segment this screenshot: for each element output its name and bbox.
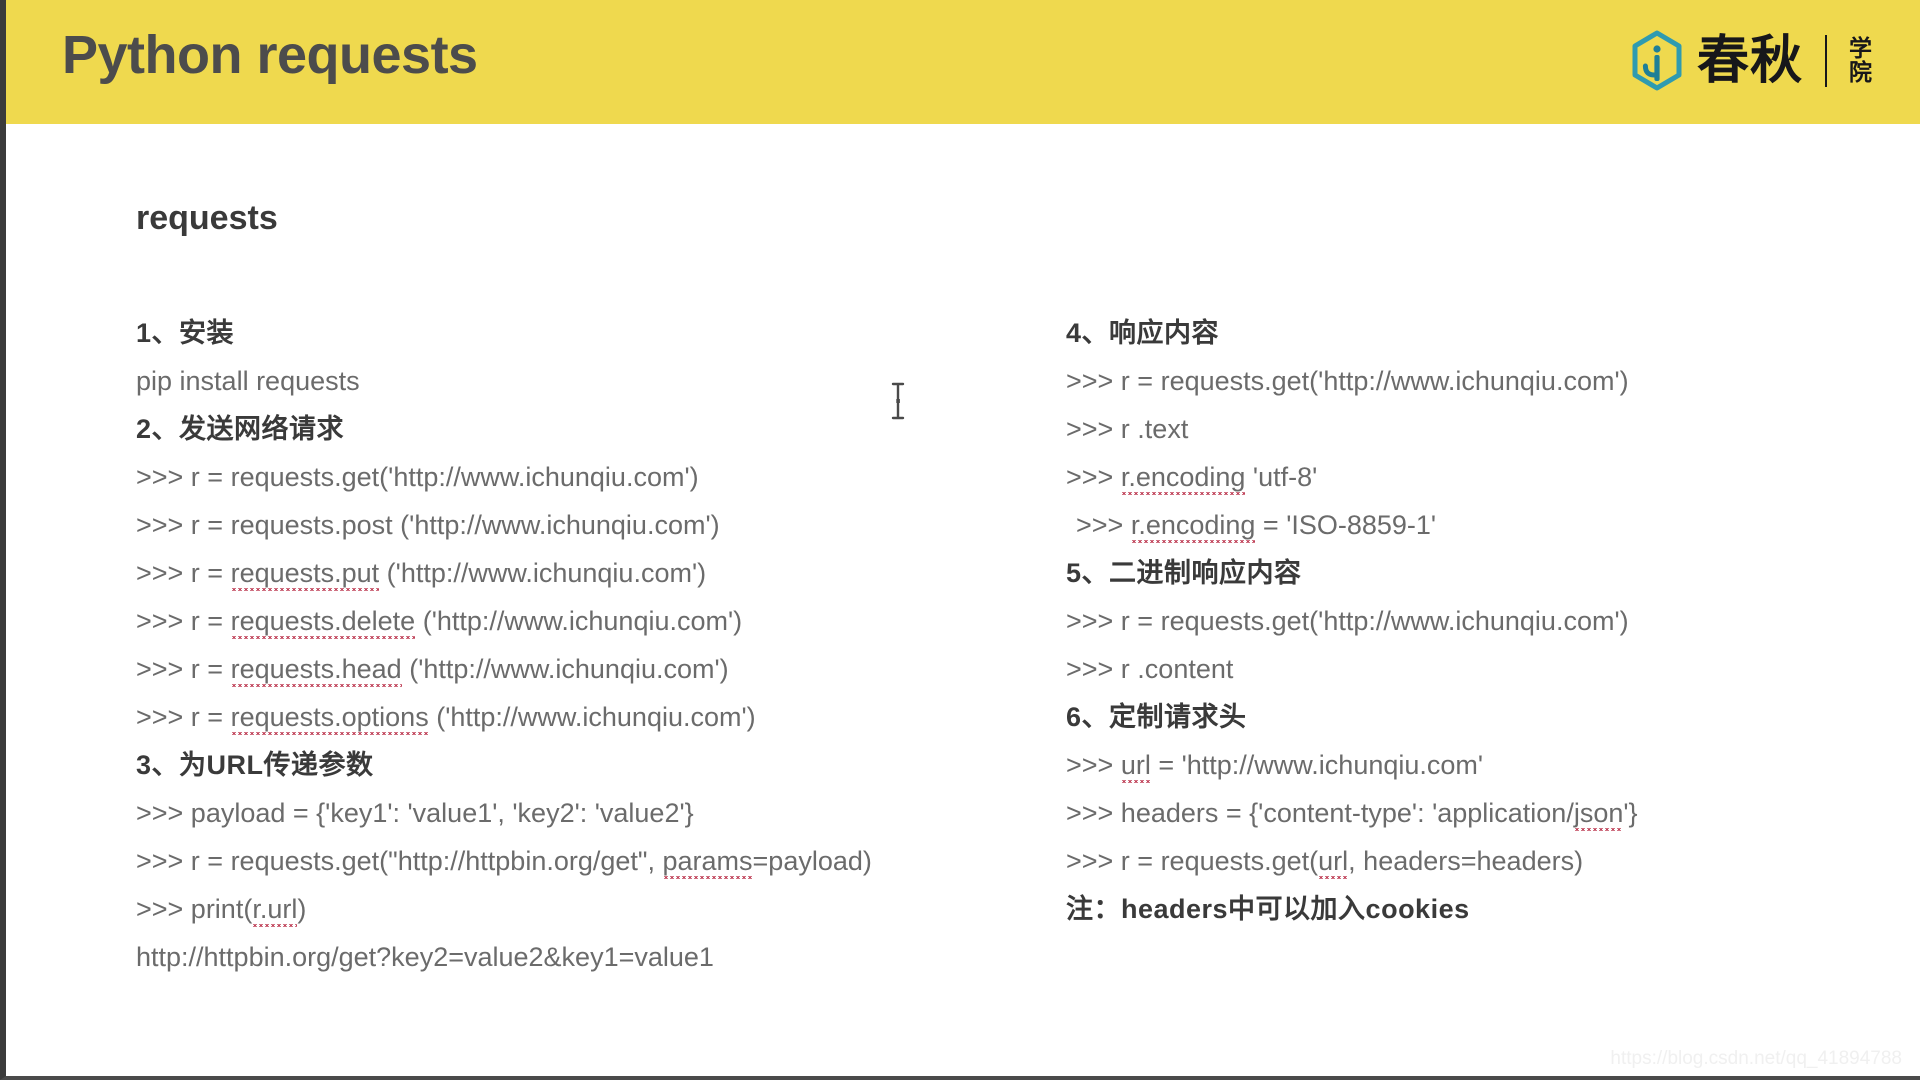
subsection-heading: 6、定制请求头	[1066, 702, 1247, 732]
content-line: >>> payload = {'key1': 'value1', 'key2':…	[136, 789, 1016, 837]
ichunqiu-hexagon-logo-icon	[1629, 30, 1685, 92]
code-text: ('http://www.ichunqiu.com')	[415, 606, 743, 636]
code-text: >>>	[1066, 750, 1121, 780]
code-text: =payload)	[752, 846, 872, 876]
code-text: >>>	[1066, 462, 1121, 492]
code-text: >>> headers = {'content-type': 'applicat…	[1066, 798, 1574, 828]
code-text: >>> r =	[1066, 366, 1161, 396]
code-text: >>> print(	[136, 894, 253, 924]
spellcheck-underlined-text: url	[1120, 750, 1151, 783]
code-text: ('http://www.ichunqiu.com')	[379, 558, 707, 588]
content-line: >>> r .text	[1066, 405, 1896, 453]
note-line: 注：headers中可以加入cookies	[1066, 894, 1470, 924]
content-line: >>> r = requests.head ('http://www.ichun…	[136, 645, 1016, 693]
header-banner: Python requests 春秋 学 院	[6, 0, 1920, 124]
content-line: >>> r = requests.get('http://www.ichunqi…	[1066, 357, 1896, 405]
code-text: requests.post ('http://www.ichunqiu.com'…	[230, 510, 720, 540]
code-text: >>> r =	[136, 702, 231, 732]
code-text: = 'ISO-8859-1'	[1255, 510, 1437, 540]
code-text: >>> r .text	[1066, 414, 1189, 444]
code-text: '}	[1623, 798, 1638, 828]
code-text: >>> r =	[136, 654, 231, 684]
brand-suffix: 学 院	[1849, 37, 1872, 85]
brand-suffix-line2: 院	[1849, 60, 1872, 86]
code-text: >>> r =	[1066, 606, 1161, 636]
slide-content: requests 1、安装 pip install requests 2、发送网络请…	[6, 124, 1920, 1076]
spellcheck-underlined-text: requests.head	[230, 654, 402, 687]
subsection-heading: 3、为URL传递参数	[136, 750, 374, 780]
code-text: >>> r .content	[1066, 654, 1234, 684]
spellcheck-underlined-text: requests.options	[230, 702, 429, 735]
content-line: >>> r .content	[1066, 645, 1896, 693]
logo-divider	[1825, 35, 1827, 87]
content-line: >>> r.encoding 'utf-8'	[1066, 453, 1896, 501]
content-line: >>> r = requests.put ('http://www.ichunq…	[136, 549, 1016, 597]
code-text: 'utf-8'	[1245, 462, 1318, 492]
code-text: >>> r =	[136, 510, 231, 540]
code-text: requests.get('http://www.ichunqiu.com')	[1160, 606, 1629, 636]
subsection-heading: 1、安装	[136, 318, 235, 348]
code-text: >>>	[1076, 510, 1131, 540]
content-line: >>> r = requests.delete ('http://www.ich…	[136, 597, 1016, 645]
code-text: >>> r = requests.get(	[1066, 846, 1319, 876]
spellcheck-underlined-text: json	[1573, 798, 1624, 831]
spellcheck-underlined-text: params	[662, 846, 753, 879]
content-line: pip install requests	[136, 366, 360, 396]
subsection-heading: 5、二进制响应内容	[1066, 558, 1302, 588]
code-text: >>> r =	[136, 558, 231, 588]
left-column: 1、安装 pip install requests 2、发送网络请求 >>> r = …	[136, 309, 1016, 981]
subsection-heading: 4、响应内容	[1066, 318, 1220, 348]
brand-logo: 春秋 学 院	[1629, 26, 1872, 96]
spellcheck-underlined-text: r.url	[252, 894, 298, 927]
spellcheck-underlined-text: r.encoding	[1130, 510, 1256, 543]
content-line: >>> r.encoding = 'ISO-8859-1'	[1066, 501, 1896, 549]
brand-suffix-line1: 学	[1849, 35, 1872, 62]
content-line: >>> r = requests.post ('http://www.ichun…	[136, 501, 1016, 549]
content-line: >>> r = requests.get('http://www.ichunqi…	[1066, 597, 1896, 645]
code-text: ('http://www.ichunqiu.com')	[401, 654, 729, 684]
content-line: >>> r = requests.get('http://www.ichunqi…	[136, 453, 1016, 501]
content-line: >>> r = requests.get(url, headers=header…	[1066, 837, 1896, 885]
content-line: http://httpbin.org/get?key2=value2&key1=…	[136, 942, 714, 972]
content-line: >>> print(r.url)	[136, 885, 1016, 933]
content-line: >>> r = requests.get("http://httpbin.org…	[136, 837, 1016, 885]
content-line: >>> url = 'http://www.ichunqiu.com'	[1066, 741, 1896, 789]
spellcheck-underlined-text: requests.put	[230, 558, 380, 591]
watermark: https://blog.csdn.net/qq_41894788	[1610, 1048, 1902, 1069]
brand-name-cn: 春秋	[1696, 31, 1803, 91]
code-text: requests.get('http://www.ichunqiu.com')	[1160, 366, 1629, 396]
section-heading: requests	[136, 199, 278, 237]
content-line: >>> r = requests.options ('http://www.ic…	[136, 693, 1016, 741]
content-line: >>> headers = {'content-type': 'applicat…	[1066, 789, 1896, 837]
code-text: requests.get('http://www.ichunqiu.com')	[230, 462, 699, 492]
code-text: >>> r =	[136, 606, 231, 636]
right-column: 4、响应内容 >>> r = requests.get('http://www.i…	[1066, 309, 1896, 933]
code-text: >>> payload = {'key1': 'value1', 'key2':…	[136, 798, 694, 828]
code-text: >>> r =	[136, 462, 231, 492]
code-text: ('http://www.ichunqiu.com')	[428, 702, 756, 732]
spellcheck-underlined-text: url	[1318, 846, 1349, 879]
code-text: , headers=headers)	[1348, 846, 1584, 876]
slide-canvas: Python requests 春秋 学 院 requests 1、安装 pip …	[0, 0, 1920, 1080]
page-title: Python requests	[62, 25, 478, 85]
subsection-heading: 2、发送网络请求	[136, 414, 345, 444]
code-text: >>> r = requests.get("http://httpbin.org…	[136, 846, 663, 876]
code-text: = 'http://www.ichunqiu.com'	[1150, 750, 1484, 780]
spellcheck-underlined-text: r.encoding	[1120, 462, 1246, 495]
spellcheck-underlined-text: requests.delete	[230, 606, 416, 639]
code-text: )	[297, 894, 307, 924]
